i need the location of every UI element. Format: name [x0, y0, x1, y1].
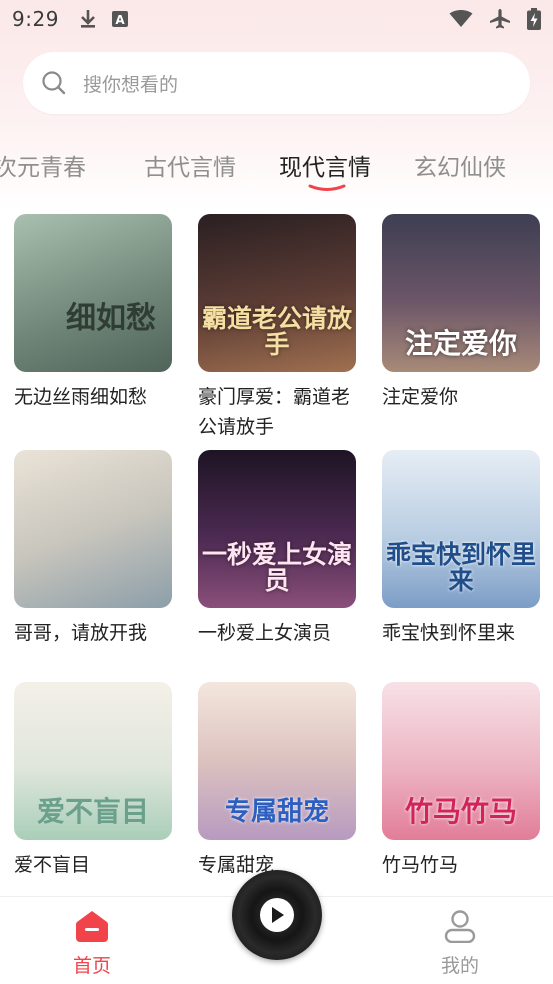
- book-card[interactable]: 一秒爱上女演员 一秒爱上女演员: [198, 450, 358, 648]
- search-bar[interactable]: 搜你想看的: [23, 52, 530, 114]
- svg-text:A: A: [115, 13, 125, 27]
- cover-text: 爱不盲目: [36, 794, 149, 828]
- book-card[interactable]: 专属甜宠 专属甜宠: [198, 682, 358, 880]
- search-placeholder: 搜你想看的: [83, 73, 179, 96]
- cover-text: 专属甜宠: [224, 796, 329, 827]
- battery-charging-icon: [527, 8, 541, 30]
- nav-mine-label: 我的: [440, 955, 479, 977]
- book-card[interactable]: 注定爱你 注定爱你: [382, 214, 542, 412]
- book-title: 爱不盲目: [14, 854, 91, 876]
- user-profile-icon: [443, 909, 477, 947]
- home-icon: [74, 909, 110, 947]
- book-cover: 乖宝快到怀里来: [382, 450, 540, 608]
- nav-home-label: 首页: [72, 955, 111, 977]
- book-cover: 注定爱你: [382, 214, 540, 372]
- book-cover: [14, 450, 172, 608]
- cover-text: 霸道老公请放手: [201, 303, 352, 359]
- book-card[interactable]: 哥哥，请放开我: [14, 450, 174, 648]
- active-tab-indicator: [308, 184, 346, 191]
- book-card[interactable]: 乖宝快到怀里来 乖宝快到怀里来: [382, 450, 542, 648]
- nav-home[interactable]: 首页: [52, 909, 132, 978]
- book-card[interactable]: 霸道老公请放手 豪门厚爱：霸道老公请放手: [198, 214, 358, 442]
- book-title: 哥哥，请放开我: [14, 622, 148, 644]
- download-icon: [79, 9, 97, 29]
- book-cover: 霸道老公请放手: [198, 214, 356, 372]
- search-icon: [41, 70, 67, 96]
- tab-modern-romance[interactable]: 现代言情: [279, 148, 371, 182]
- book-card[interactable]: 竹马竹马 竹马竹马: [382, 682, 542, 880]
- airplane-mode-icon: [489, 8, 511, 30]
- cover-text: 竹马竹马: [404, 794, 517, 828]
- tab-ancient-romance[interactable]: 古代言情: [144, 148, 236, 182]
- book-title: 无边丝雨细如愁: [14, 386, 148, 408]
- nav-mine[interactable]: 我的: [420, 909, 500, 978]
- cover-text: 一秒爱上女演员: [201, 539, 352, 595]
- book-cover: 爱不盲目: [14, 682, 172, 840]
- book-title: 注定爱你: [382, 386, 459, 408]
- book-title: 一秒爱上女演员: [198, 622, 332, 644]
- tab-youth[interactable]: 次元青春: [0, 148, 86, 182]
- cover-text: 注定爱你: [404, 326, 517, 360]
- book-title: 豪门厚爱：霸道老公请放手: [198, 386, 351, 438]
- cover-text: 细如愁: [66, 300, 156, 336]
- book-title: 乖宝快到怀里来: [382, 622, 516, 644]
- status-bar: 9:29 A: [0, 0, 553, 38]
- tab-fantasy[interactable]: 玄幻仙侠: [414, 148, 506, 182]
- book-cover: 一秒爱上女演员: [198, 450, 356, 608]
- play-icon: [260, 898, 294, 932]
- book-card[interactable]: 细如愁 无边丝雨细如愁: [14, 214, 174, 412]
- status-time: 9:29: [12, 7, 59, 31]
- book-cover: 竹马竹马: [382, 682, 540, 840]
- wifi-icon: [449, 10, 473, 28]
- category-tabs: 次元青春 古代言情 现代言情 玄幻仙侠: [0, 140, 553, 196]
- book-cover: 细如愁: [14, 214, 172, 372]
- book-title: 竹马竹马: [382, 854, 459, 876]
- cover-text: 乖宝快到怀里来: [385, 539, 536, 595]
- a-notification-icon: A: [111, 10, 129, 28]
- book-card[interactable]: 爱不盲目 爱不盲目: [14, 682, 174, 880]
- book-cover: 专属甜宠: [198, 682, 356, 840]
- music-player-button[interactable]: [232, 870, 322, 960]
